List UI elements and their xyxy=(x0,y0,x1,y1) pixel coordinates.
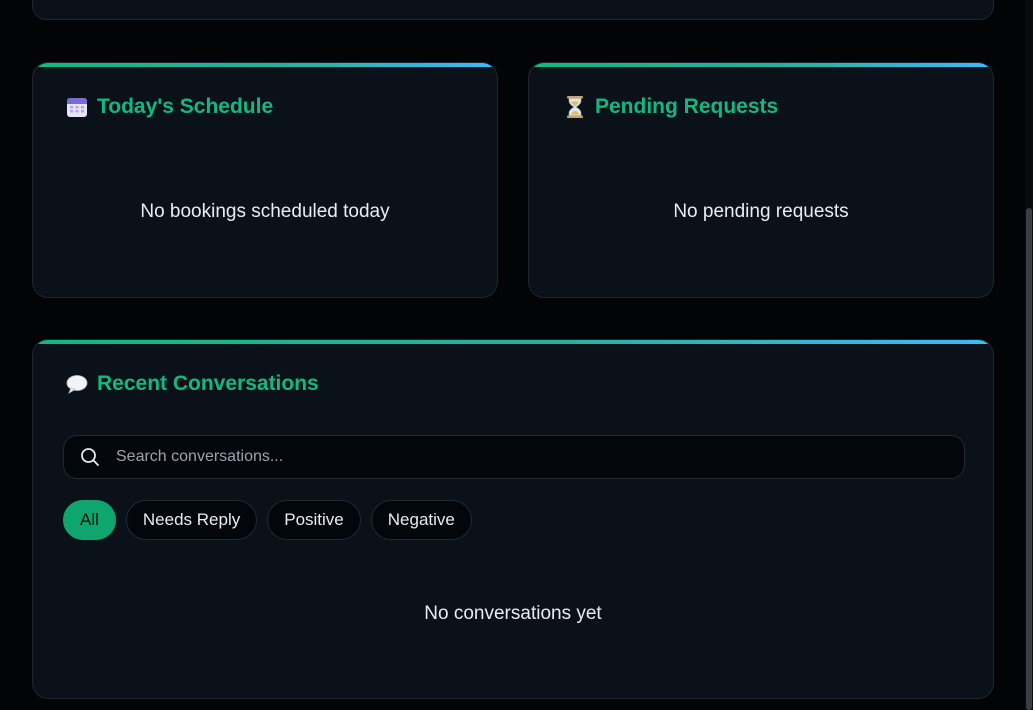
todays-schedule-header: Today's Schedule xyxy=(65,95,273,119)
schedule-empty-message: No bookings scheduled today xyxy=(140,201,390,222)
recent-conversations-header: Recent Conversations xyxy=(65,372,319,396)
recent-conversations-title: Recent Conversations xyxy=(97,372,319,395)
pending-requests-header: Pending Requests xyxy=(563,95,778,119)
filter-negative-button[interactable]: Negative xyxy=(370,500,472,540)
speech-bubble-icon xyxy=(65,372,89,396)
filter-needs-reply-button[interactable]: Needs Reply xyxy=(125,500,258,540)
search-icon xyxy=(80,447,100,467)
calendar-icon xyxy=(65,95,89,119)
recent-conversations-card: Recent Conversations All Needs Reply Pos… xyxy=(32,339,994,699)
filter-all-button[interactable]: All xyxy=(63,500,116,540)
conversations-empty-message: No conversations yet xyxy=(424,603,602,624)
todays-schedule-card: Today's Schedule No bookings scheduled t… xyxy=(32,62,498,298)
filter-positive-button[interactable]: Positive xyxy=(267,500,361,540)
search-conversations-input[interactable] xyxy=(114,447,964,467)
pending-requests-title: Pending Requests xyxy=(595,95,779,118)
pending-requests-card: Pending Requests No pending requests xyxy=(528,62,994,298)
search-bar[interactable] xyxy=(63,435,965,479)
conversation-filters: All Needs Reply Positive Negative xyxy=(63,500,472,540)
pending-empty-message: No pending requests xyxy=(673,201,849,222)
dashboard-page: Today's Schedule No bookings scheduled t… xyxy=(0,0,1033,710)
scrollbar-thumb[interactable] xyxy=(1026,208,1032,710)
todays-schedule-title: Today's Schedule xyxy=(97,95,274,118)
page-scrollbar[interactable] xyxy=(1025,0,1033,710)
hourglass-icon xyxy=(563,95,587,119)
previous-card xyxy=(32,0,994,20)
